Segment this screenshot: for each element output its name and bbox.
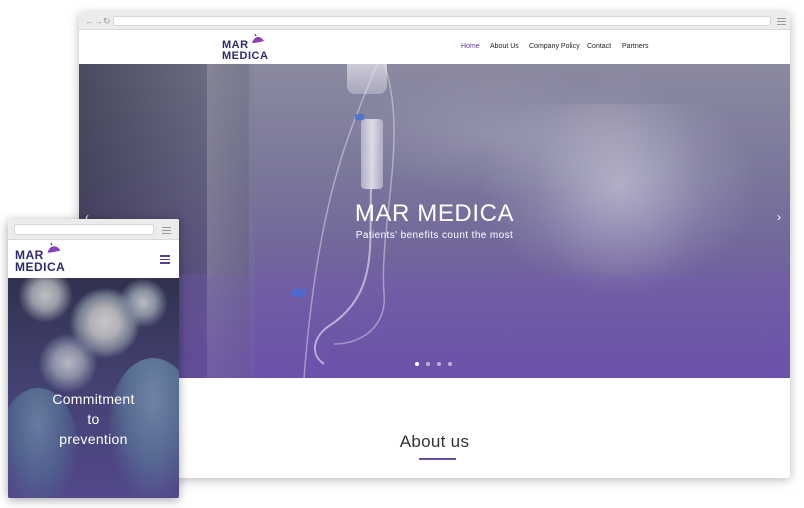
slider-dot-1[interactable] <box>415 362 419 366</box>
back-icon[interactable]: ← <box>85 16 94 26</box>
about-heading-underline <box>419 458 456 460</box>
mobile-browser-toolbar <box>8 219 179 240</box>
mobile-menu-icon[interactable] <box>160 255 170 264</box>
mobile-hero: Commitment to prevention <box>8 278 179 498</box>
hero-subtitle: Patients' benefits count the most <box>355 230 514 241</box>
mobile-hero-tint <box>8 278 179 498</box>
mobile-hero-line-1: Commitment <box>52 391 135 407</box>
forward-icon[interactable]: → <box>94 16 103 26</box>
mobile-site-header: MAR MEDICA <box>8 240 179 278</box>
slider-dot-4[interactable] <box>448 362 452 366</box>
slider-next-icon[interactable]: › <box>777 210 781 224</box>
main-nav: Home About Us Company Policy Contact Par… <box>79 41 790 53</box>
mobile-hero-text: Commitment to prevention <box>8 389 179 449</box>
nav-item-company-policy[interactable]: Company Policy <box>529 41 580 53</box>
browser-toolbar: ← → ↻ <box>79 12 790 30</box>
mobile-browser-mockup: MAR MEDICA Commitment to prevention <box>8 219 179 498</box>
reload-icon[interactable]: ↻ <box>103 16 111 26</box>
desktop-browser-mockup: ← → ↻ MAR MEDICA Home About Us Company P… <box>79 12 790 478</box>
mobile-logo-mark-icon <box>47 243 61 253</box>
slider-dot-3[interactable] <box>437 362 441 366</box>
nav-item-partners[interactable]: Partners <box>622 41 648 53</box>
browser-menu-icon[interactable] <box>777 18 786 25</box>
hero-title: MAR MEDICA <box>354 200 515 227</box>
nav-item-home[interactable]: Home <box>461 41 480 53</box>
nav-item-contact[interactable]: Contact <box>587 41 611 53</box>
mobile-address-bar[interactable] <box>14 224 154 235</box>
mobile-hero-line-2: to <box>87 411 100 427</box>
slider-dot-2[interactable] <box>426 362 430 366</box>
nav-item-about-us[interactable]: About Us <box>490 41 519 53</box>
mobile-hero-line-3: prevention <box>59 431 128 447</box>
address-bar[interactable] <box>113 16 771 26</box>
hero-slider: MAR MEDICA Patients' benefits count the … <box>79 64 790 378</box>
about-heading: About us <box>399 432 470 451</box>
mobile-browser-menu-icon[interactable] <box>162 227 171 234</box>
mobile-logo-line-2: MEDICA <box>15 260 66 274</box>
